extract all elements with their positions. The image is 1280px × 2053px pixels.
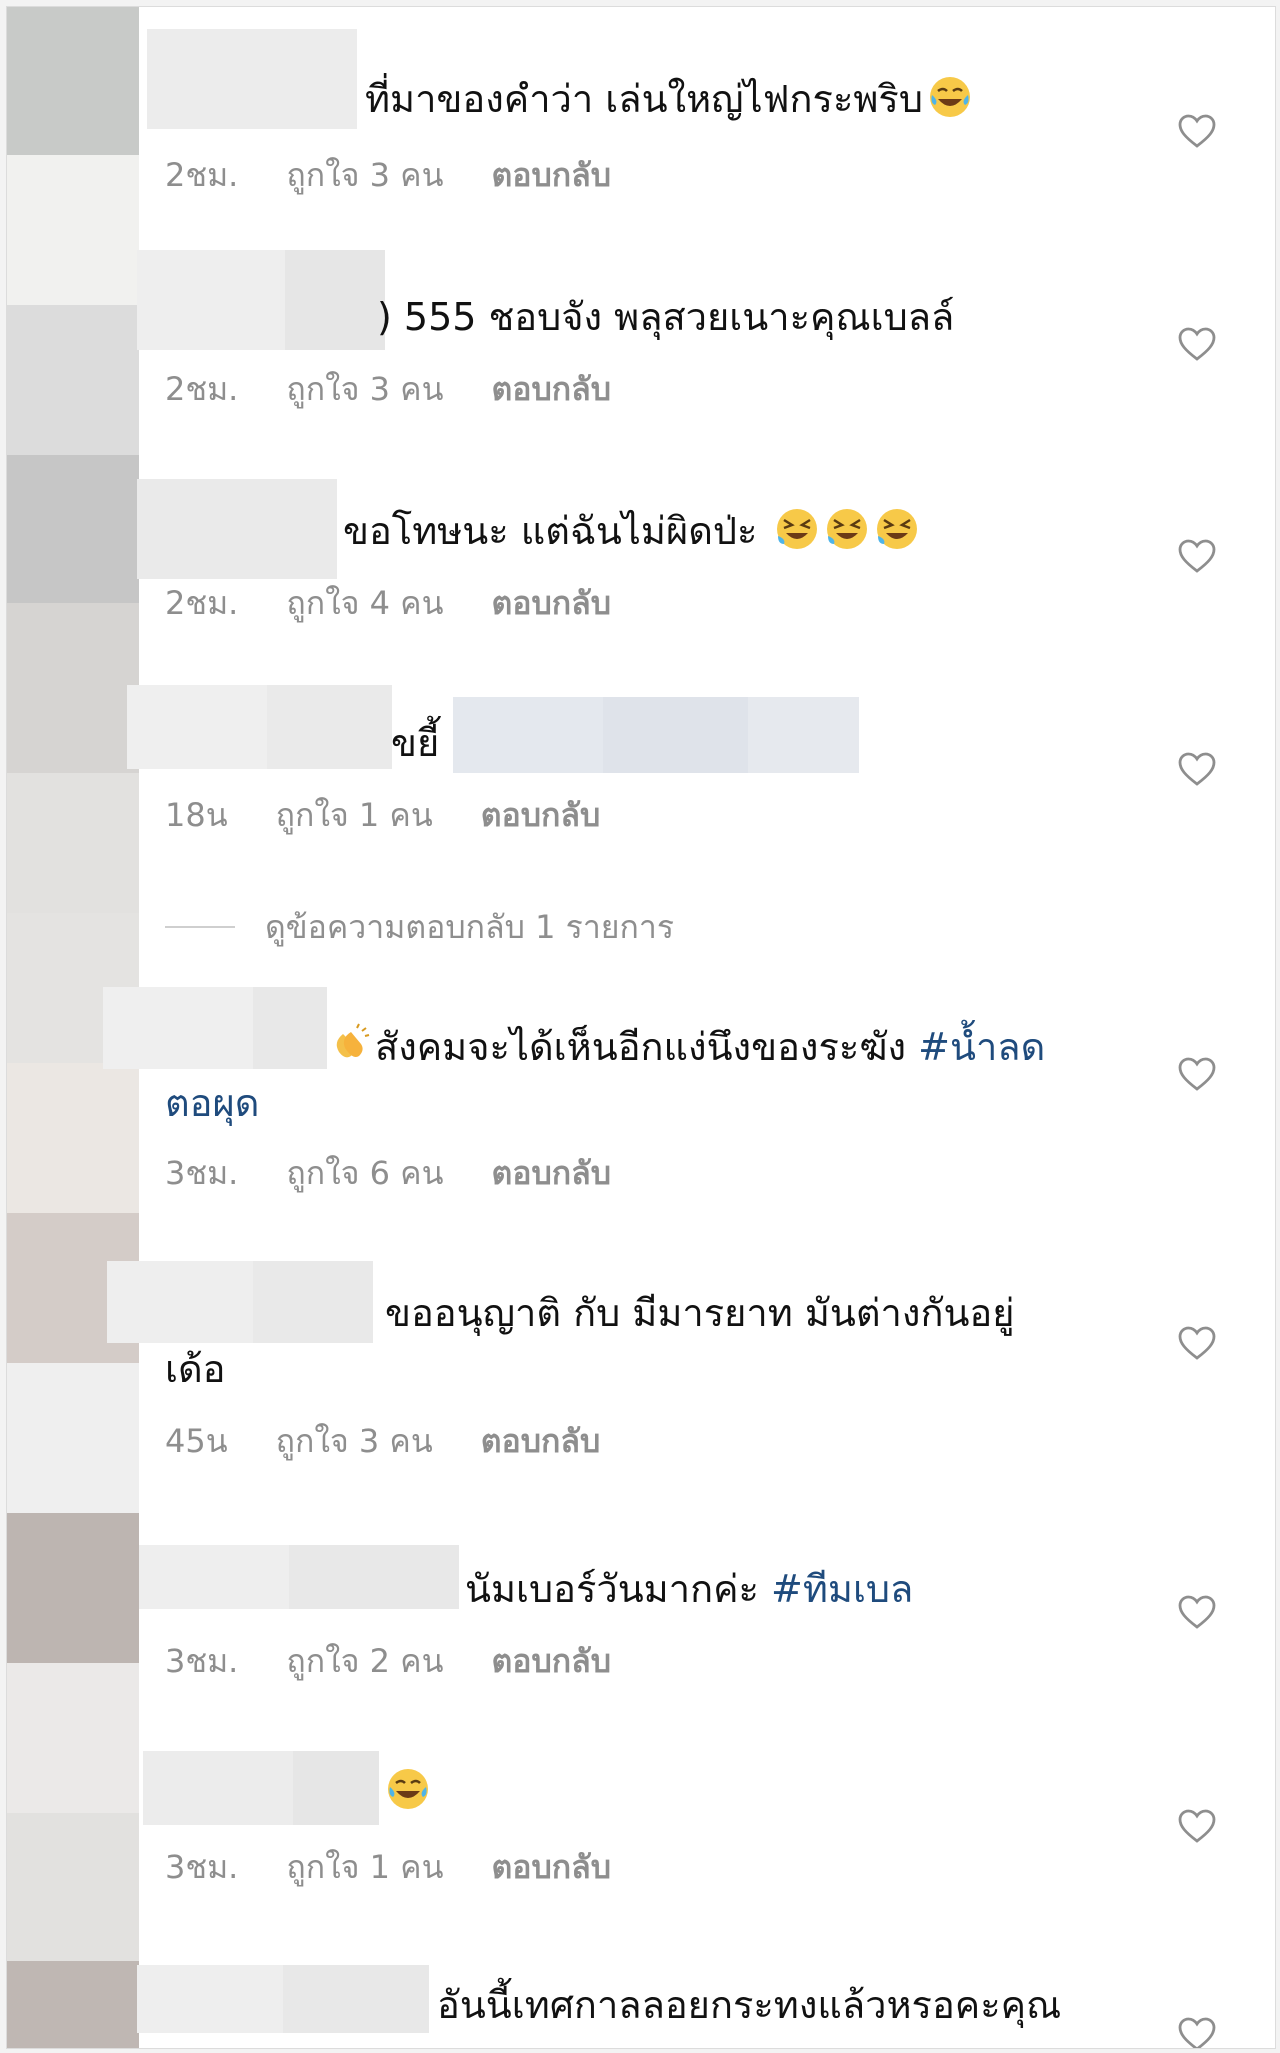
divider	[165, 926, 235, 928]
view-replies-link[interactable]: ดูข้อความตอบกลับ 1 รายการ	[165, 907, 674, 947]
blurred-username[interactable]	[137, 479, 337, 579]
blurred-username[interactable]	[137, 1965, 429, 2033]
blurred-username[interactable]	[107, 1261, 373, 1343]
comment-text: สังคมจะได้เห็นอีกแง่นึงของระฆัง #น้ำลด	[327, 1019, 1045, 1075]
blurred-username[interactable]	[139, 1545, 459, 1609]
comment-text: ขยี้	[391, 721, 440, 765]
heart-icon[interactable]	[1177, 112, 1217, 152]
rolling-laughing-emoji	[874, 506, 920, 552]
hashtag-link[interactable]: #ทีมเบล	[771, 1567, 913, 1611]
comment-meta: 2ชม. ถูกใจ 3 คน ตอบกลับ	[165, 155, 659, 195]
reply-button[interactable]: ตอบกลับ	[491, 584, 611, 622]
comment-likes[interactable]: ถูกใจ 3 คน	[286, 156, 443, 194]
comment-text: นัมเบอร์วันมากค่ะ #ทีมเบล	[465, 1567, 914, 1611]
comment-text: ขออนุญาติ กับ มีมารยาท มันต่างกันอยู่	[385, 1291, 1015, 1335]
comment-likes[interactable]: ถูกใจ 3 คน	[276, 1422, 433, 1460]
heart-icon[interactable]	[1177, 2015, 1217, 2049]
comment-text: ที่มาของคำว่า เล่นใหญ่ไฟกระพริบ	[365, 71, 973, 127]
comment-time: 2ชม.	[165, 584, 239, 622]
heart-icon[interactable]	[1177, 1324, 1217, 1364]
comment-text: ขอโทษนะ แต่ฉันไม่ผิดป่ะ	[343, 503, 920, 559]
heart-icon[interactable]	[1177, 1593, 1217, 1633]
reply-button[interactable]: ตอบกลับ	[491, 370, 611, 408]
comment-likes[interactable]: ถูกใจ 1 คน	[276, 796, 433, 834]
heart-icon[interactable]	[1177, 325, 1217, 365]
heart-icon[interactable]	[1177, 1055, 1217, 1095]
comment-likes[interactable]: ถูกใจ 3 คน	[286, 370, 443, 408]
comment-meta: 2ชม. ถูกใจ 4 คน ตอบกลับ	[165, 583, 659, 623]
comment-time: 3ชม.	[165, 1154, 239, 1192]
comment-likes[interactable]: ถูกใจ 4 คน	[286, 584, 443, 622]
comment-meta: 2ชม. ถูกใจ 3 คน ตอบกลับ	[165, 369, 659, 409]
comment-text: ) 555 ชอบจัง พลุสวยเนาะคุณเบลล์	[377, 295, 955, 339]
heart-icon[interactable]	[1177, 1807, 1217, 1847]
tears-of-joy-emoji	[927, 74, 973, 120]
comment-time: 3ชม.	[165, 1848, 239, 1886]
blurred-username[interactable]	[147, 29, 357, 129]
comment-time: 3ชม.	[165, 1642, 239, 1680]
comment-time: 18น	[165, 796, 228, 834]
blurred-mention	[453, 697, 859, 773]
reply-button[interactable]: ตอบกลับ	[481, 796, 601, 834]
rolling-laughing-emoji	[774, 506, 820, 552]
view-replies-label[interactable]: ดูข้อความตอบกลับ 1 รายการ	[265, 907, 674, 947]
comment-time: 2ชม.	[165, 156, 239, 194]
clapping-hands-emoji	[327, 1022, 373, 1068]
heart-icon[interactable]	[1177, 537, 1217, 577]
tears-of-joy-emoji	[385, 1766, 431, 1812]
blurred-username[interactable]	[137, 250, 385, 350]
comment-text	[381, 1763, 431, 1819]
comment-likes[interactable]: ถูกใจ 1 คน	[286, 1848, 443, 1886]
comment-text-line2: ตอผุด	[165, 1075, 259, 1131]
reply-button[interactable]: ตอบกลับ	[491, 1848, 611, 1886]
comments-panel: ที่มาของคำว่า เล่นใหญ่ไฟกระพริบ 2ชม. ถูกใ…	[6, 6, 1276, 2049]
blurred-username[interactable]	[127, 685, 392, 769]
comment-time: 2ชม.	[165, 370, 239, 408]
reply-button[interactable]: ตอบกลับ	[481, 1422, 601, 1460]
comment-text-line2: เด้อ	[165, 1347, 226, 1391]
blurred-username[interactable]	[103, 987, 327, 1069]
heart-icon[interactable]	[1177, 750, 1217, 790]
comment-meta: 3ชม. ถูกใจ 6 คน ตอบกลับ	[165, 1153, 659, 1193]
comment-time: 45น	[165, 1422, 228, 1460]
comment-text: อันนี้เทศกาลลอยกระทงแล้วหรอคะคุณ	[437, 1983, 1062, 2027]
reply-button[interactable]: ตอบกลับ	[491, 1642, 611, 1680]
comment-likes[interactable]: ถูกใจ 2 คน	[286, 1642, 443, 1680]
comment-meta: 3ชม. ถูกใจ 1 คน ตอบกลับ	[165, 1847, 659, 1887]
comment-meta: 45น ถูกใจ 3 คน ตอบกลับ	[165, 1421, 648, 1461]
reply-button[interactable]: ตอบกลับ	[491, 156, 611, 194]
blurred-username[interactable]	[143, 1751, 379, 1825]
hashtag-link[interactable]: ตอผุด	[165, 1081, 259, 1125]
rolling-laughing-emoji	[824, 506, 870, 552]
comment-meta: 3ชม. ถูกใจ 2 คน ตอบกลับ	[165, 1641, 659, 1681]
comment-meta: 18น ถูกใจ 1 คน ตอบกลับ	[165, 795, 648, 835]
comment-likes[interactable]: ถูกใจ 6 คน	[286, 1154, 443, 1192]
hashtag-link[interactable]: #น้ำลด	[918, 1025, 1045, 1069]
reply-button[interactable]: ตอบกลับ	[491, 1154, 611, 1192]
